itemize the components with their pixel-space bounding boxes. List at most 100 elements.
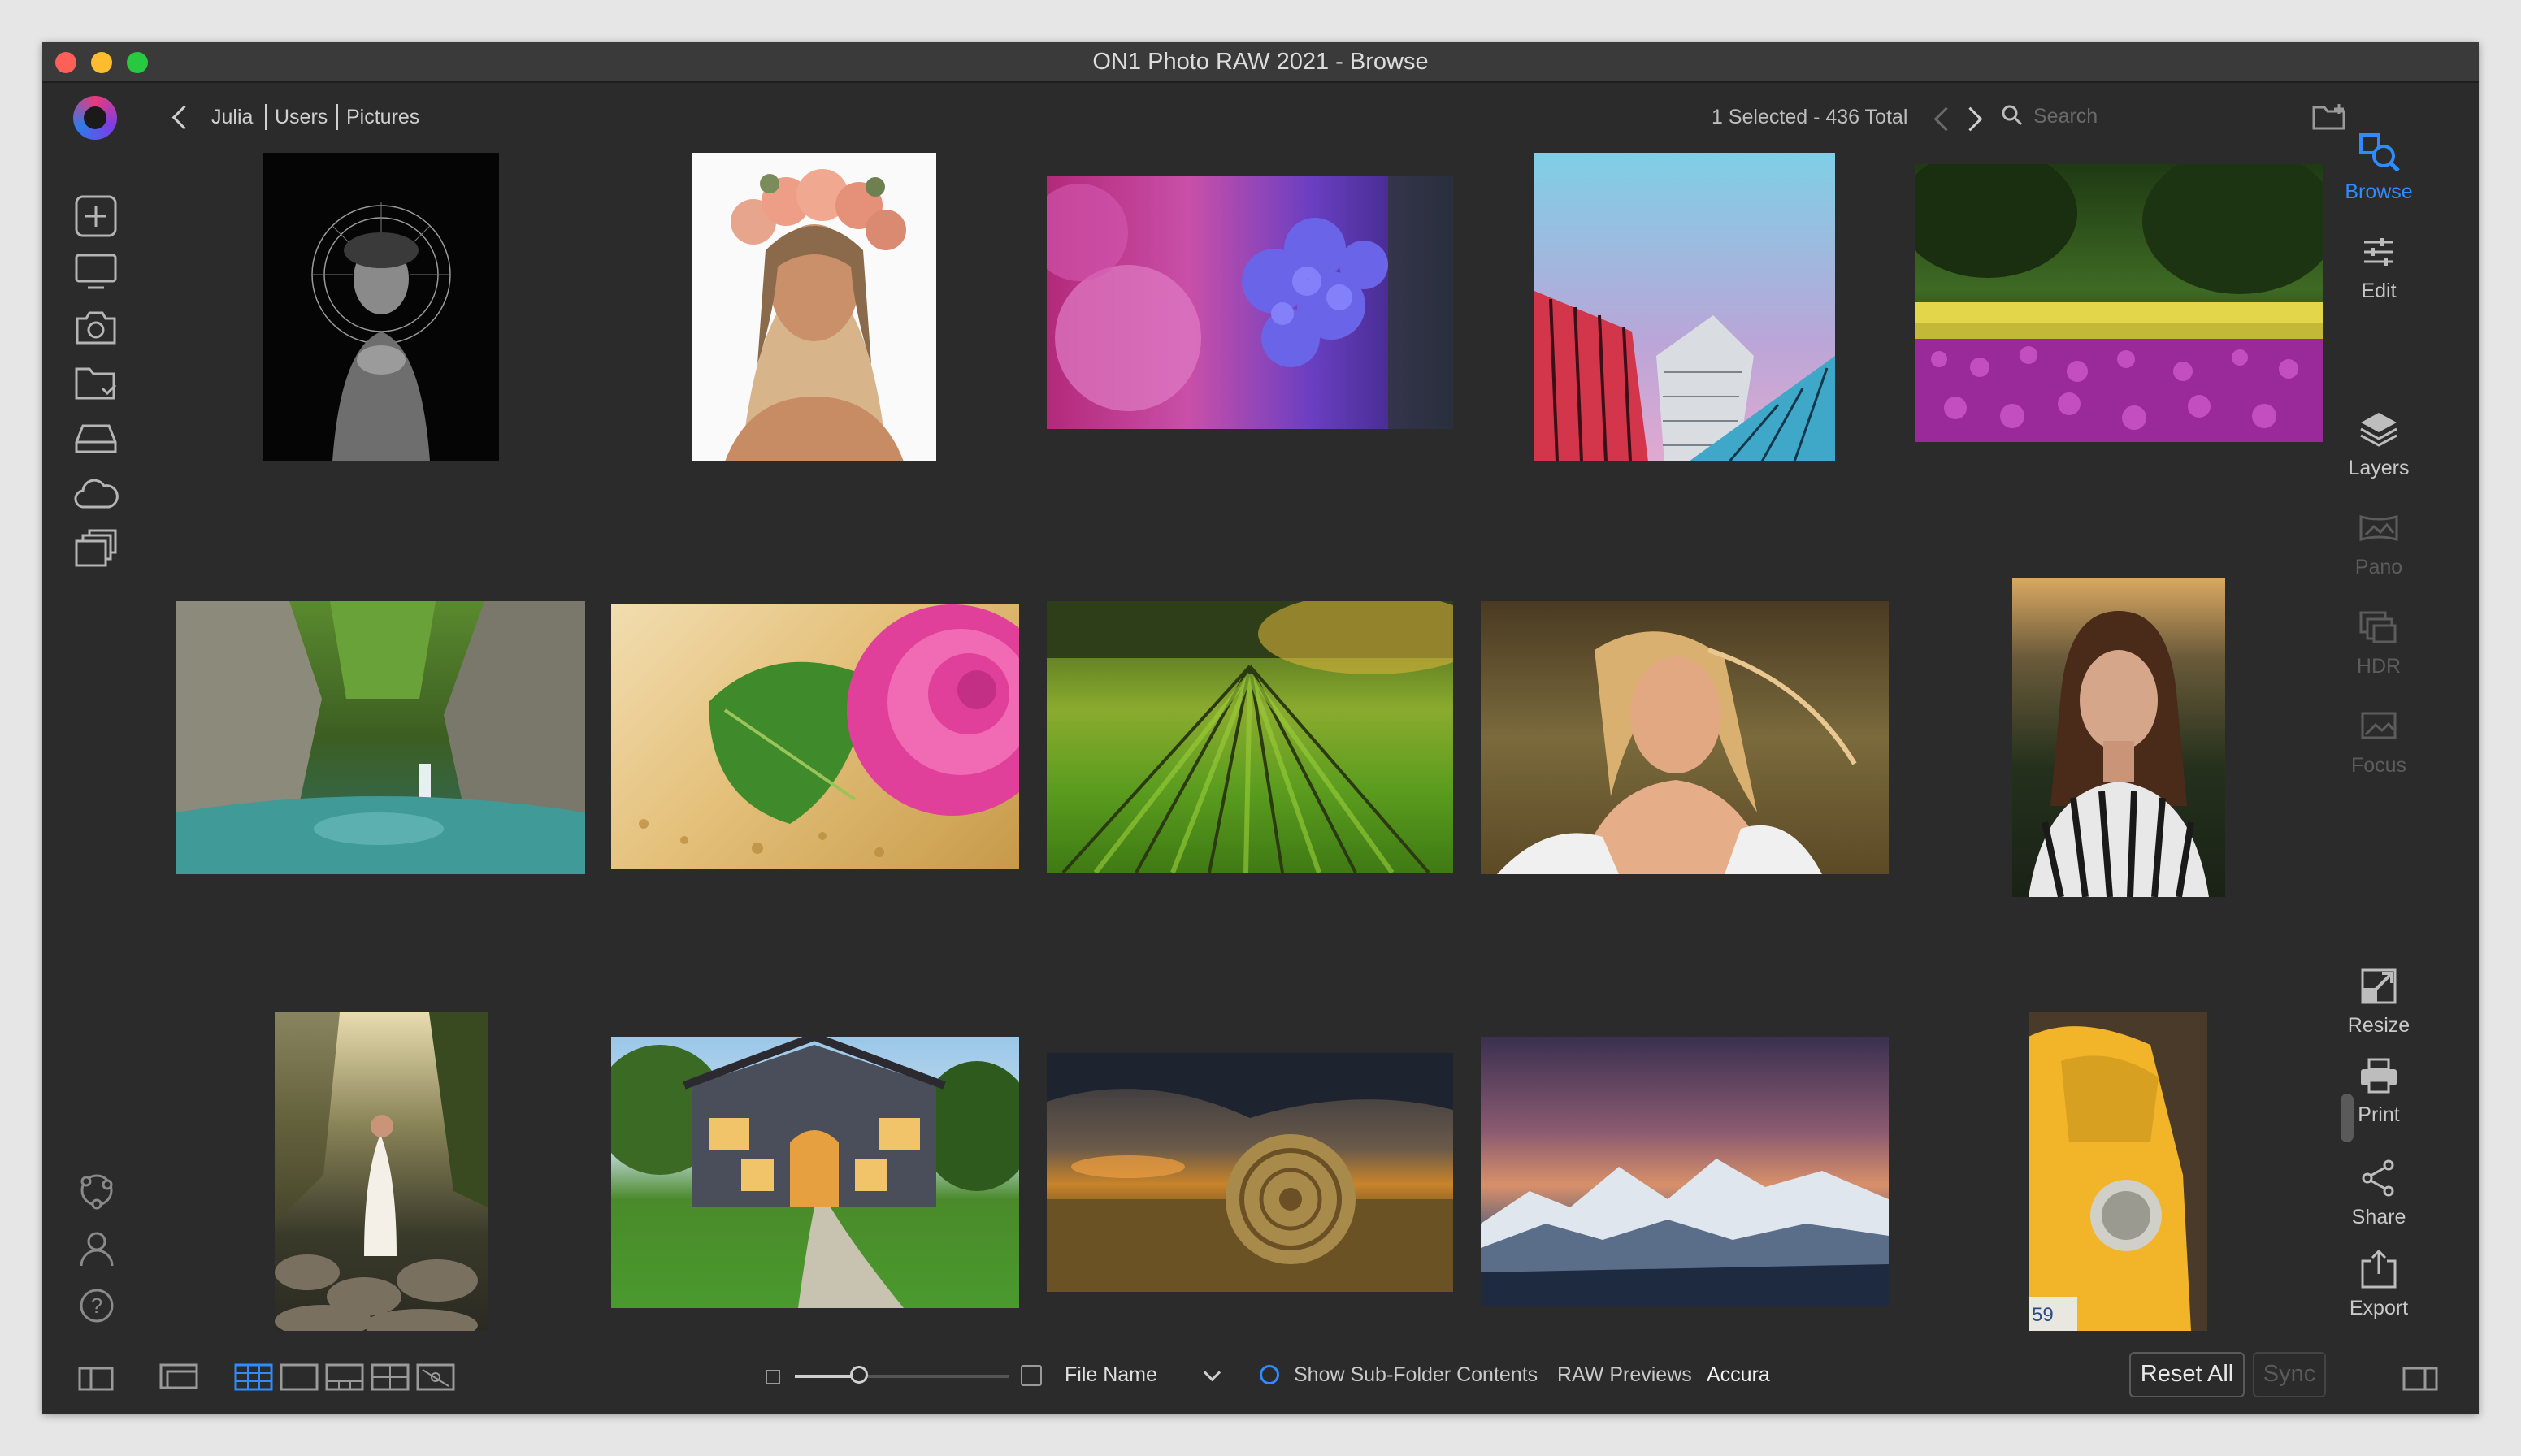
sidebar-item-browse[interactable]: Browse	[2334, 130, 2423, 204]
focus-label: Focus	[2350, 754, 2407, 777]
photo-thumbnail[interactable]	[1047, 601, 1453, 873]
sidebar-item-hdr[interactable]: HDR	[2334, 604, 2423, 678]
bride-rocks-image	[275, 1012, 488, 1331]
layers-icon	[2360, 413, 2397, 447]
detail-view-icon[interactable]	[280, 1363, 320, 1393]
grid-view-icon[interactable]	[234, 1363, 275, 1393]
photo-thumbnail[interactable]: 59	[2029, 1012, 2207, 1331]
photo-thumbnail[interactable]	[1047, 1053, 1453, 1292]
halo-portrait-image	[311, 202, 451, 462]
breadcrumb-pictures[interactable]: Pictures	[346, 106, 419, 129]
camera-icon[interactable]	[73, 307, 119, 348]
monitor-icon[interactable]	[73, 252, 119, 292]
striped-shirt-portrait-image	[2029, 611, 2209, 897]
share-icon	[2362, 1159, 2394, 1197]
filmstrip-view-icon[interactable]	[325, 1363, 366, 1393]
scrollbar-thumb[interactable]	[2341, 1094, 2354, 1142]
waterfall-image	[176, 601, 585, 874]
pano-icon	[2359, 515, 2398, 541]
sort-checkbox[interactable]	[1021, 1365, 1042, 1386]
share-label: Share	[2351, 1206, 2406, 1228]
new-folder-icon[interactable]	[2311, 102, 2349, 132]
search-input[interactable]	[2032, 102, 2230, 130]
photo-thumbnail[interactable]	[2012, 578, 2225, 897]
breadcrumb-users[interactable]: Users	[275, 106, 328, 129]
snowy-mountains-image	[1481, 1159, 1889, 1306]
toggle-right-panel-icon[interactable]	[2402, 1367, 2440, 1393]
thumbnail-size-slider[interactable]	[795, 1366, 1009, 1384]
add-icon[interactable]	[73, 193, 119, 239]
layers-label: Layers	[2348, 457, 2410, 479]
albums-icon[interactable]	[73, 528, 119, 569]
browse-icon	[2359, 133, 2400, 172]
sync-button[interactable]: Sync	[2253, 1352, 2326, 1398]
focus-icon	[2361, 712, 2397, 739]
help-icon[interactable]: ?	[75, 1284, 119, 1328]
sliders-icon	[2364, 238, 2393, 266]
account-icon[interactable]	[75, 1227, 119, 1271]
export-icon	[2361, 1249, 2397, 1289]
on1-logo[interactable]	[73, 96, 117, 140]
small-thumb-icon	[766, 1370, 780, 1384]
browse-label: Browse	[2345, 180, 2413, 203]
sidebar-item-share[interactable]: Share	[2334, 1155, 2423, 1229]
photo-thumbnail[interactable]	[1481, 1037, 1889, 1306]
toggle-left-panel-icon[interactable]	[78, 1367, 115, 1393]
raw-previews-select[interactable]: Accura	[1707, 1363, 1770, 1387]
flowers-macro-image	[1047, 176, 1453, 429]
breadcrumb-divider	[265, 104, 267, 130]
vineyard-image	[1047, 601, 1453, 873]
photo-thumbnail[interactable]	[176, 601, 585, 874]
cloud-icon[interactable]	[73, 474, 119, 514]
svg-text:59: 59	[2032, 1304, 2054, 1326]
sidebar-item-layers[interactable]: Layers	[2334, 406, 2423, 480]
buildings-sky-image	[1534, 291, 1835, 462]
resize-label: Resize	[2347, 1014, 2410, 1037]
breadcrumb-divider	[336, 104, 338, 130]
sidebar-item-pano[interactable]: Pano	[2334, 505, 2423, 579]
export-label: Export	[2349, 1297, 2409, 1320]
sidebar-item-export[interactable]: Export	[2334, 1246, 2423, 1320]
resize-icon	[2361, 968, 2397, 1004]
subfolder-radio[interactable]	[1260, 1365, 1279, 1384]
photo-thumbnail[interactable]	[1534, 153, 1835, 462]
photo-thumbnail[interactable]	[1481, 601, 1889, 874]
map-view-icon[interactable]	[416, 1363, 457, 1393]
sidebar-item-resize[interactable]: Resize	[2334, 964, 2423, 1038]
sidebar-item-edit[interactable]: Edit	[2334, 229, 2423, 303]
hay-bale-image	[1047, 1053, 1453, 1292]
second-display-icon[interactable]	[159, 1363, 200, 1394]
house-image	[611, 1037, 1019, 1308]
raw-previews-label: RAW Previews	[1557, 1363, 1692, 1386]
photo-thumbnail[interactable]	[611, 604, 1019, 869]
hdr-label: HDR	[2356, 655, 2402, 678]
extensions-icon[interactable]	[75, 1168, 119, 1212]
tulip-field-image	[1915, 164, 2323, 442]
pano-label: Pano	[2354, 556, 2403, 578]
search-icon	[2002, 105, 2023, 126]
rose-leaf-image	[639, 604, 1019, 857]
hdr-icon	[2359, 611, 2397, 644]
compare-view-icon[interactable]	[371, 1363, 411, 1393]
subfolder-label[interactable]: Show Sub-Folder Contents	[1294, 1363, 1538, 1387]
flower-crown-image	[725, 169, 906, 462]
photo-thumbnail[interactable]	[692, 153, 936, 462]
reset-all-button[interactable]: Reset All	[2129, 1352, 2245, 1398]
svg-text:?: ?	[91, 1294, 102, 1318]
sidebar-item-focus[interactable]: Focus	[2334, 704, 2423, 778]
folder-icon[interactable]	[73, 364, 119, 403]
title-bar: ON1 Photo RAW 2021 - Browse	[42, 42, 2479, 83]
window-title: ON1 Photo RAW 2021 - Browse	[1092, 49, 1429, 75]
sort-field-label[interactable]: File Name	[1065, 1363, 1157, 1387]
yellow-car-image: 59	[2029, 1026, 2191, 1331]
print-icon	[2361, 1058, 2397, 1094]
woman-field-image	[1497, 631, 1857, 874]
selection-count: 1 Selected - 436 Total	[1712, 106, 1908, 128]
breadcrumb-julia[interactable]: Julia	[211, 106, 253, 129]
photo-thumbnail[interactable]	[263, 153, 499, 462]
photo-thumbnail[interactable]	[1915, 164, 2323, 442]
photo-thumbnail[interactable]	[1047, 176, 1453, 429]
photo-thumbnail[interactable]	[611, 1037, 1019, 1308]
drive-icon[interactable]	[73, 419, 119, 458]
photo-thumbnail[interactable]	[275, 1012, 488, 1331]
